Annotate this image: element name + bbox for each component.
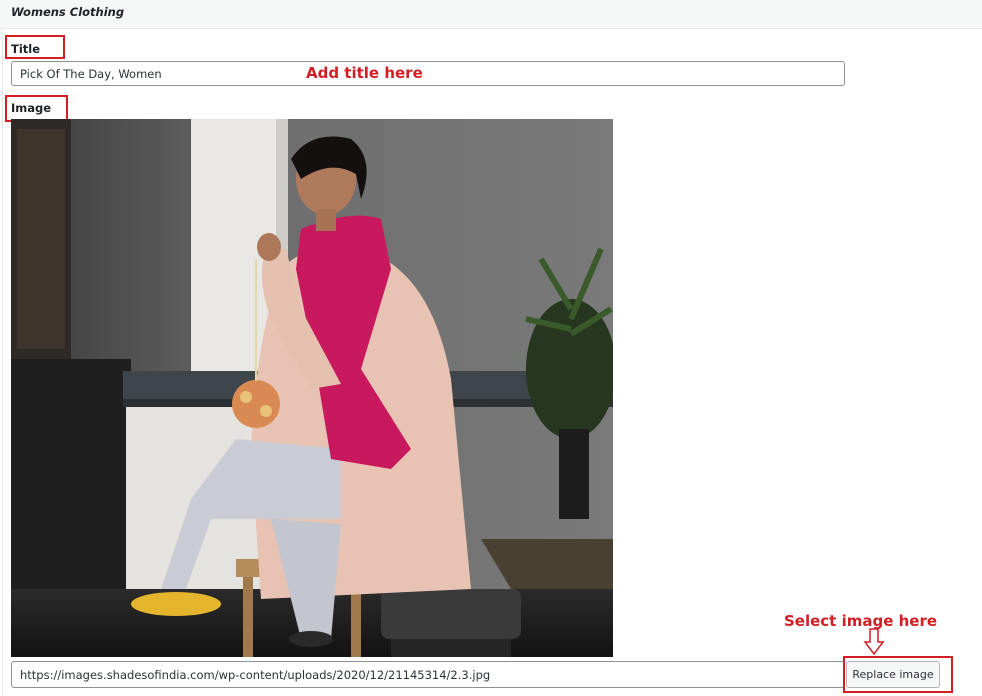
image-preview-photo — [11, 119, 613, 657]
title-input[interactable] — [11, 61, 845, 86]
add-title-annotation: Add title here — [306, 64, 423, 82]
panel-left-border — [2, 0, 3, 696]
down-arrow-icon — [863, 628, 885, 656]
image-preview — [11, 119, 613, 657]
image-url-input[interactable] — [11, 661, 845, 688]
image-label-highlight — [5, 95, 68, 122]
section-header: Womens Clothing — [0, 0, 982, 29]
replace-image-highlight — [843, 656, 953, 693]
select-image-annotation: Select image here — [784, 612, 938, 630]
title-label-highlight — [5, 35, 65, 59]
section-title: Womens Clothing — [11, 5, 125, 19]
